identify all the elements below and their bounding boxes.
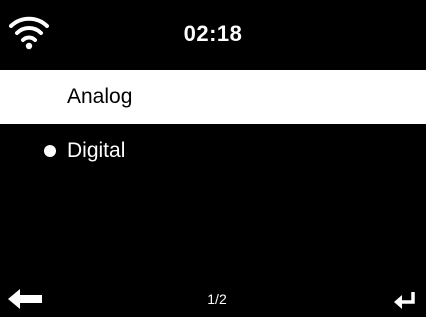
status-bar: 02:18 bbox=[0, 0, 426, 68]
menu-item-analog[interactable]: Analog bbox=[0, 70, 426, 124]
clock-time: 02:18 bbox=[183, 21, 243, 46]
menu-item-label: Digital bbox=[67, 139, 126, 162]
enter-icon[interactable] bbox=[394, 291, 416, 309]
menu-item-digital[interactable]: Digital bbox=[0, 124, 426, 178]
page-indicator: 1/2 bbox=[207, 291, 227, 307]
menu-item-label: Analog bbox=[67, 85, 133, 108]
footer-bar: 1/2 bbox=[0, 281, 426, 317]
selected-dot-icon bbox=[44, 145, 56, 157]
